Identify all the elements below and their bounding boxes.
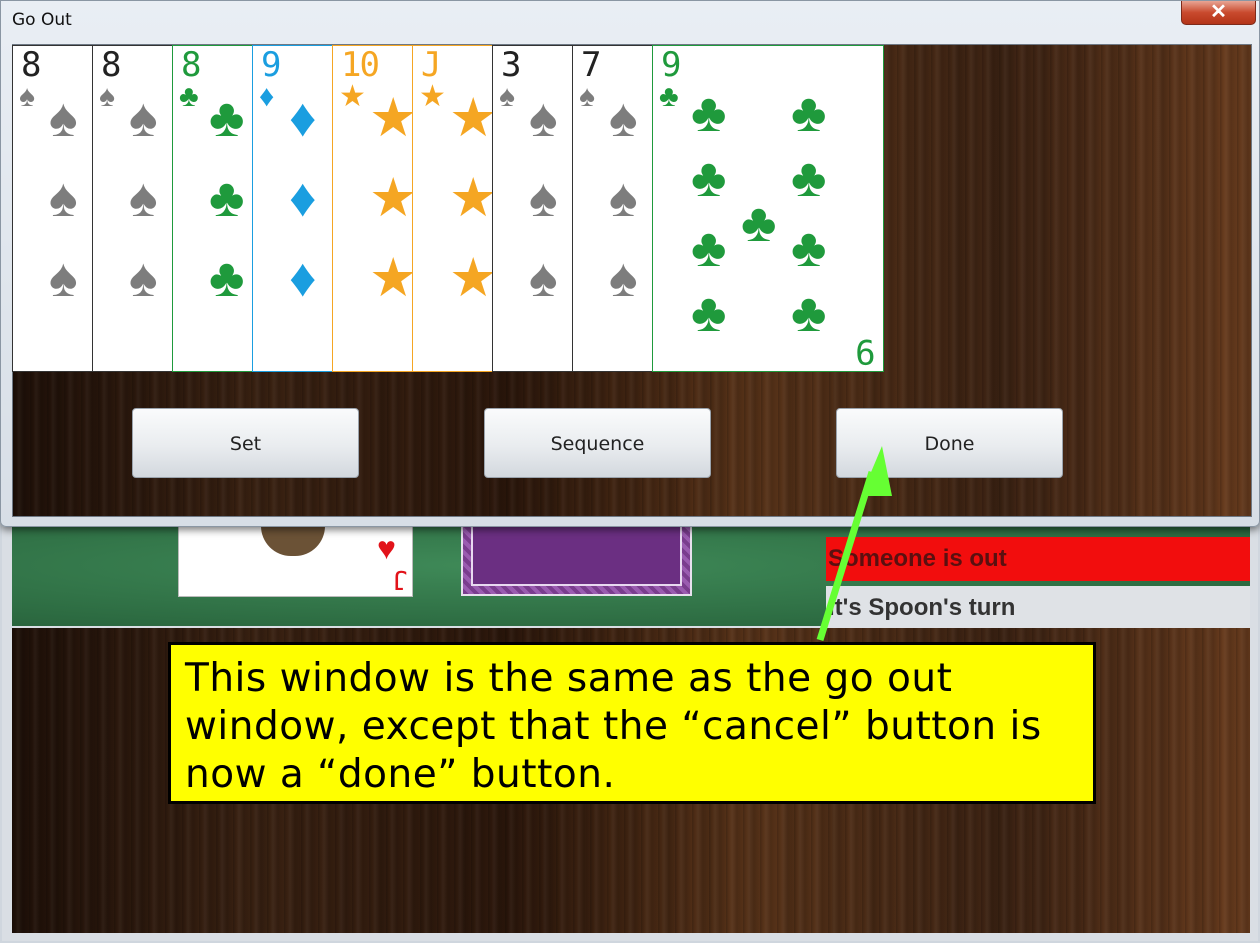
close-button[interactable]: ✕ — [1181, 1, 1256, 25]
card-pip-icon: ♣ — [209, 248, 245, 308]
card-rank: 10 — [341, 45, 380, 85]
hand-card[interactable]: 8 ♣ ♣ ♣ ♣ — [172, 45, 254, 372]
card-suit-icon: ★ — [339, 80, 366, 113]
go-out-dialog: Go Out ✕ 8 ♠ ♠ ♠ ♠ 8 ♠ ♠ ♠ ♠ 8 ♣ ♣ ♣ ♣ 9 ♦ ♦ ♦ ♦ 10 ★ ★ ★ ★ J ★ ★ ★ ★… — [0, 0, 1260, 527]
card-rank: 9 — [661, 45, 682, 85]
card-pip-icon: ♣ — [209, 88, 245, 148]
status-someone-out: Someone is out — [826, 537, 1250, 581]
card-pip-icon: ♣ — [791, 283, 827, 343]
card-pip-icon: ♠ — [129, 168, 158, 228]
card-pip-icon: ♦ — [289, 88, 317, 148]
card-suit-icon: ♣ — [659, 80, 679, 113]
card-pip-icon: ♠ — [49, 248, 78, 308]
hand-card[interactable]: 9 ♣ ♣ ♣ ♣ ♣ ♣ ♣ ♣ ♣ ♣ 9 — [652, 45, 884, 372]
card-pip-icon: ♣ — [209, 168, 245, 228]
card-suit-icon: ★ — [419, 80, 446, 113]
card-rank: 9 — [261, 45, 282, 85]
set-button[interactable]: Set — [132, 408, 359, 478]
draw-pile-card-back[interactable] — [461, 526, 692, 596]
card-pip-icon: ♣ — [791, 83, 827, 143]
discard-pile-card[interactable]: ♥ J — [178, 526, 413, 597]
card-rank: 7 — [581, 45, 602, 85]
card-suit-icon: ♠ — [499, 80, 515, 113]
card-pip-icon: ♠ — [609, 248, 638, 308]
card-suit-icon: ♠ — [19, 80, 35, 113]
discard-card-rank: J — [392, 564, 408, 594]
annotation-callout: This window is the same as the go out wi… — [168, 642, 1096, 804]
dialog-title: Go Out — [12, 10, 72, 30]
heart-icon: ♥ — [377, 530, 396, 566]
card-rank: 8 — [21, 45, 42, 85]
card-pip-icon: ♣ — [691, 83, 727, 143]
hand-card[interactable]: 7 ♠ ♠ ♠ ♠ — [572, 45, 654, 372]
card-rank: J — [421, 45, 442, 85]
card-rank: 8 — [101, 45, 122, 85]
card-pip-icon: ♠ — [529, 248, 558, 308]
card-pip-icon: ♣ — [691, 148, 727, 208]
card-pip-icon: ♣ — [741, 193, 777, 253]
card-pip-icon: ★ — [369, 168, 414, 228]
card-suit-icon: ♠ — [99, 80, 115, 113]
hand-card[interactable]: 8 ♠ ♠ ♠ ♠ — [12, 45, 94, 372]
hand-card[interactable]: 10 ★ ★ ★ ★ — [332, 45, 414, 372]
card-pip-icon: ♣ — [791, 148, 827, 208]
card-suit-icon: ♦ — [259, 80, 275, 113]
close-icon: ✕ — [1210, 1, 1227, 23]
card-face-art — [261, 526, 325, 556]
card-pip-icon: ♠ — [609, 88, 638, 148]
card-pip-icon: ★ — [449, 248, 494, 308]
card-pip-icon: ★ — [449, 88, 494, 148]
status-turn: It's Spoon's turn — [826, 586, 1250, 630]
card-pip-icon: ♣ — [691, 283, 727, 343]
card-pip-icon: ♠ — [129, 248, 158, 308]
sequence-button[interactable]: Sequence — [484, 408, 711, 478]
card-pip-icon: ♠ — [529, 168, 558, 228]
hand-card[interactable]: 8 ♠ ♠ ♠ ♠ — [92, 45, 174, 372]
card-pip-icon: ♦ — [289, 248, 317, 308]
card-pip-icon: ♠ — [129, 88, 158, 148]
card-pip-icon: ★ — [369, 248, 414, 308]
card-pip-icon: ♠ — [529, 88, 558, 148]
card-pip-icon: ★ — [449, 168, 494, 228]
hand-card[interactable]: 3 ♠ ♠ ♠ ♠ — [492, 45, 574, 372]
card-pip-icon: ♣ — [791, 218, 827, 278]
card-pip-icon: ♠ — [609, 168, 638, 228]
card-rank: 8 — [181, 45, 202, 85]
card-suit-icon: ♠ — [579, 80, 595, 113]
card-pip-icon: ★ — [369, 88, 414, 148]
card-pip-icon: ♦ — [289, 168, 317, 228]
hand-card[interactable]: 9 ♦ ♦ ♦ ♦ — [252, 45, 334, 372]
hand-card[interactable]: J ★ ★ ★ ★ — [412, 45, 494, 372]
done-button[interactable]: Done — [836, 408, 1063, 478]
card-suit-icon: ♣ — [179, 80, 199, 113]
card-rank: 3 — [501, 45, 522, 85]
card-pip-icon: ♠ — [49, 88, 78, 148]
card-rank-bottom: 9 — [854, 331, 875, 371]
card-pip-icon: ♣ — [691, 218, 727, 278]
card-pip-icon: ♠ — [49, 168, 78, 228]
